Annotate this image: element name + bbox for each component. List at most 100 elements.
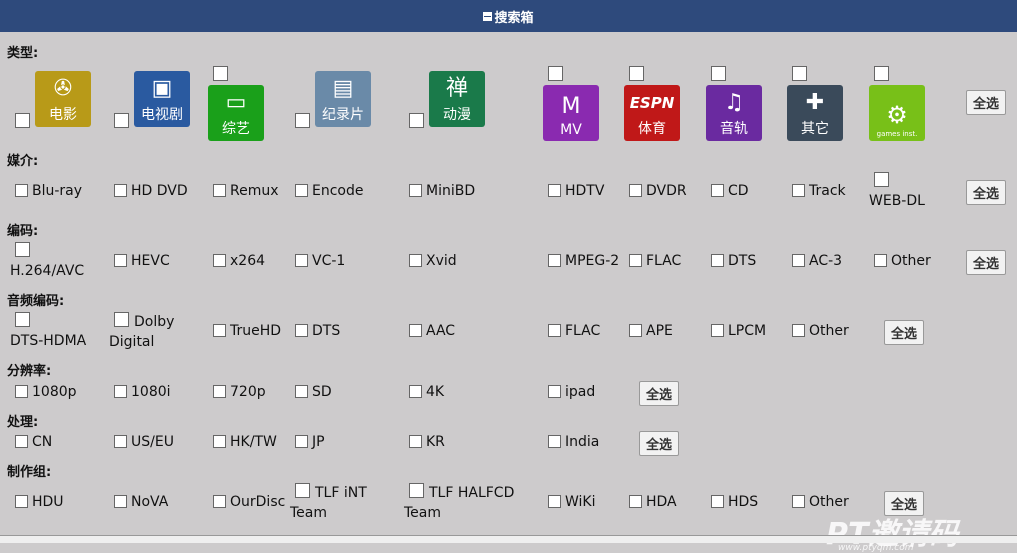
codec-option[interactable]: HEVC (114, 251, 170, 271)
category-checkbox-movie[interactable] (15, 113, 30, 128)
group-option[interactable]: HDA (629, 492, 677, 512)
codec-option[interactable]: VC-1 (295, 251, 345, 271)
checkbox[interactable] (409, 324, 422, 337)
processing-option[interactable]: India (548, 432, 599, 452)
codec-checkbox-h264[interactable] (15, 242, 30, 257)
resolution-option[interactable]: 720p (213, 382, 266, 402)
category-checkbox-anime[interactable] (409, 113, 424, 128)
checkbox[interactable] (409, 385, 422, 398)
select-all-media-button[interactable]: 全选 (966, 180, 1007, 205)
checkbox[interactable] (213, 385, 226, 398)
processing-option[interactable]: US/EU (114, 432, 174, 452)
group-option[interactable]: WiKi (548, 492, 596, 512)
audio-option[interactable]: LPCM (711, 321, 766, 341)
category-music[interactable]: ♫ 音轨 (706, 85, 762, 141)
checkbox[interactable] (114, 385, 127, 398)
codec-option[interactable]: Xvid (409, 251, 457, 271)
audio-option[interactable]: FLAC (548, 321, 600, 341)
select-all-resolution-button[interactable]: 全选 (639, 381, 680, 406)
codec-option[interactable]: FLAC (629, 251, 681, 271)
category-other[interactable]: ✚ 其它 (787, 85, 843, 141)
checkbox[interactable] (792, 495, 805, 508)
resolution-option[interactable]: 1080i (114, 382, 171, 402)
checkbox[interactable] (711, 495, 724, 508)
collapse-icon[interactable] (483, 11, 493, 21)
media-checkbox-web-dl[interactable] (874, 172, 889, 187)
category-movie[interactable]: ✇ 电影 (35, 71, 91, 127)
search-box-header[interactable]: 搜索箱 (0, 0, 1017, 32)
checkbox[interactable] (792, 324, 805, 337)
media-option[interactable]: Track (792, 181, 846, 201)
group-option[interactable]: HDU (15, 492, 64, 512)
category-checkbox-variety[interactable] (213, 66, 228, 81)
checkbox[interactable] (295, 435, 308, 448)
checkbox[interactable] (548, 254, 561, 267)
checkbox[interactable] (409, 435, 422, 448)
select-all-type-button[interactable]: 全选 (966, 90, 1007, 115)
resolution-option[interactable]: 4K (409, 382, 444, 402)
audio-option[interactable]: DTS (295, 321, 340, 341)
checkbox[interactable] (295, 184, 308, 197)
checkbox[interactable] (114, 435, 127, 448)
checkbox[interactable] (213, 495, 226, 508)
checkbox[interactable] (15, 495, 28, 508)
checkbox[interactable] (711, 254, 724, 267)
select-all-processing-button[interactable]: 全选 (639, 431, 680, 456)
category-checkbox-music[interactable] (711, 66, 726, 81)
media-option[interactable]: CD (711, 181, 749, 201)
codec-option[interactable]: AC-3 (792, 251, 842, 271)
category-documentary[interactable]: ▤ 纪录片 (315, 71, 371, 127)
checkbox[interactable] (213, 435, 226, 448)
audio-checkbox-dts-hdma[interactable] (15, 312, 30, 327)
checkbox[interactable] (548, 435, 561, 448)
category-anime[interactable]: 禅 动漫 (429, 71, 485, 127)
audio-option[interactable]: AAC (409, 321, 455, 341)
audio-option[interactable]: TrueHD (213, 321, 281, 341)
checkbox[interactable] (792, 184, 805, 197)
media-option[interactable]: Blu-ray (15, 181, 82, 201)
processing-option[interactable]: HK/TW (213, 432, 277, 452)
category-tv[interactable]: ▣ 电视剧 (134, 71, 190, 127)
checkbox[interactable] (792, 254, 805, 267)
checkbox[interactable] (213, 184, 226, 197)
checkbox[interactable] (548, 495, 561, 508)
checkbox[interactable] (295, 385, 308, 398)
category-checkbox-games[interactable] (874, 66, 889, 81)
processing-option[interactable]: JP (295, 432, 325, 452)
media-option[interactable]: HD DVD (114, 181, 188, 201)
category-checkbox-other[interactable] (792, 66, 807, 81)
category-variety[interactable]: ▭ 综艺 (208, 85, 264, 141)
category-sports[interactable]: ESPN 体育 (624, 85, 680, 141)
checkbox[interactable] (15, 184, 28, 197)
group-option[interactable]: NoVA (114, 492, 168, 512)
resolution-option[interactable]: 1080p (15, 382, 77, 402)
group-option[interactable]: OurDisc (213, 492, 285, 512)
checkbox[interactable] (548, 184, 561, 197)
checkbox[interactable] (114, 495, 127, 508)
category-games[interactable]: ⚙ games inst. (869, 85, 925, 141)
checkbox[interactable] (629, 254, 642, 267)
checkbox[interactable] (548, 324, 561, 337)
audio-option[interactable]: APE (629, 321, 673, 341)
codec-option[interactable]: Other (874, 251, 931, 271)
audio-option[interactable]: Other (792, 321, 849, 341)
checkbox[interactable] (409, 184, 422, 197)
category-checkbox-documentary[interactable] (295, 113, 310, 128)
checkbox[interactable] (213, 254, 226, 267)
checkbox[interactable] (874, 254, 887, 267)
resolution-option[interactable]: SD (295, 382, 332, 402)
checkbox[interactable] (409, 254, 422, 267)
media-option[interactable]: Encode (295, 181, 363, 201)
media-option[interactable]: MiniBD (409, 181, 475, 201)
checkbox[interactable] (295, 324, 308, 337)
checkbox[interactable] (114, 184, 127, 197)
codec-option[interactable]: MPEG-2 (548, 251, 619, 271)
category-mv[interactable]: M MV (543, 85, 599, 141)
checkbox[interactable] (114, 254, 127, 267)
codec-option[interactable]: x264 (213, 251, 265, 271)
checkbox[interactable] (711, 324, 724, 337)
checkbox[interactable] (15, 385, 28, 398)
checkbox[interactable] (295, 254, 308, 267)
media-option[interactable]: HDTV (548, 181, 604, 201)
checkbox[interactable] (213, 324, 226, 337)
